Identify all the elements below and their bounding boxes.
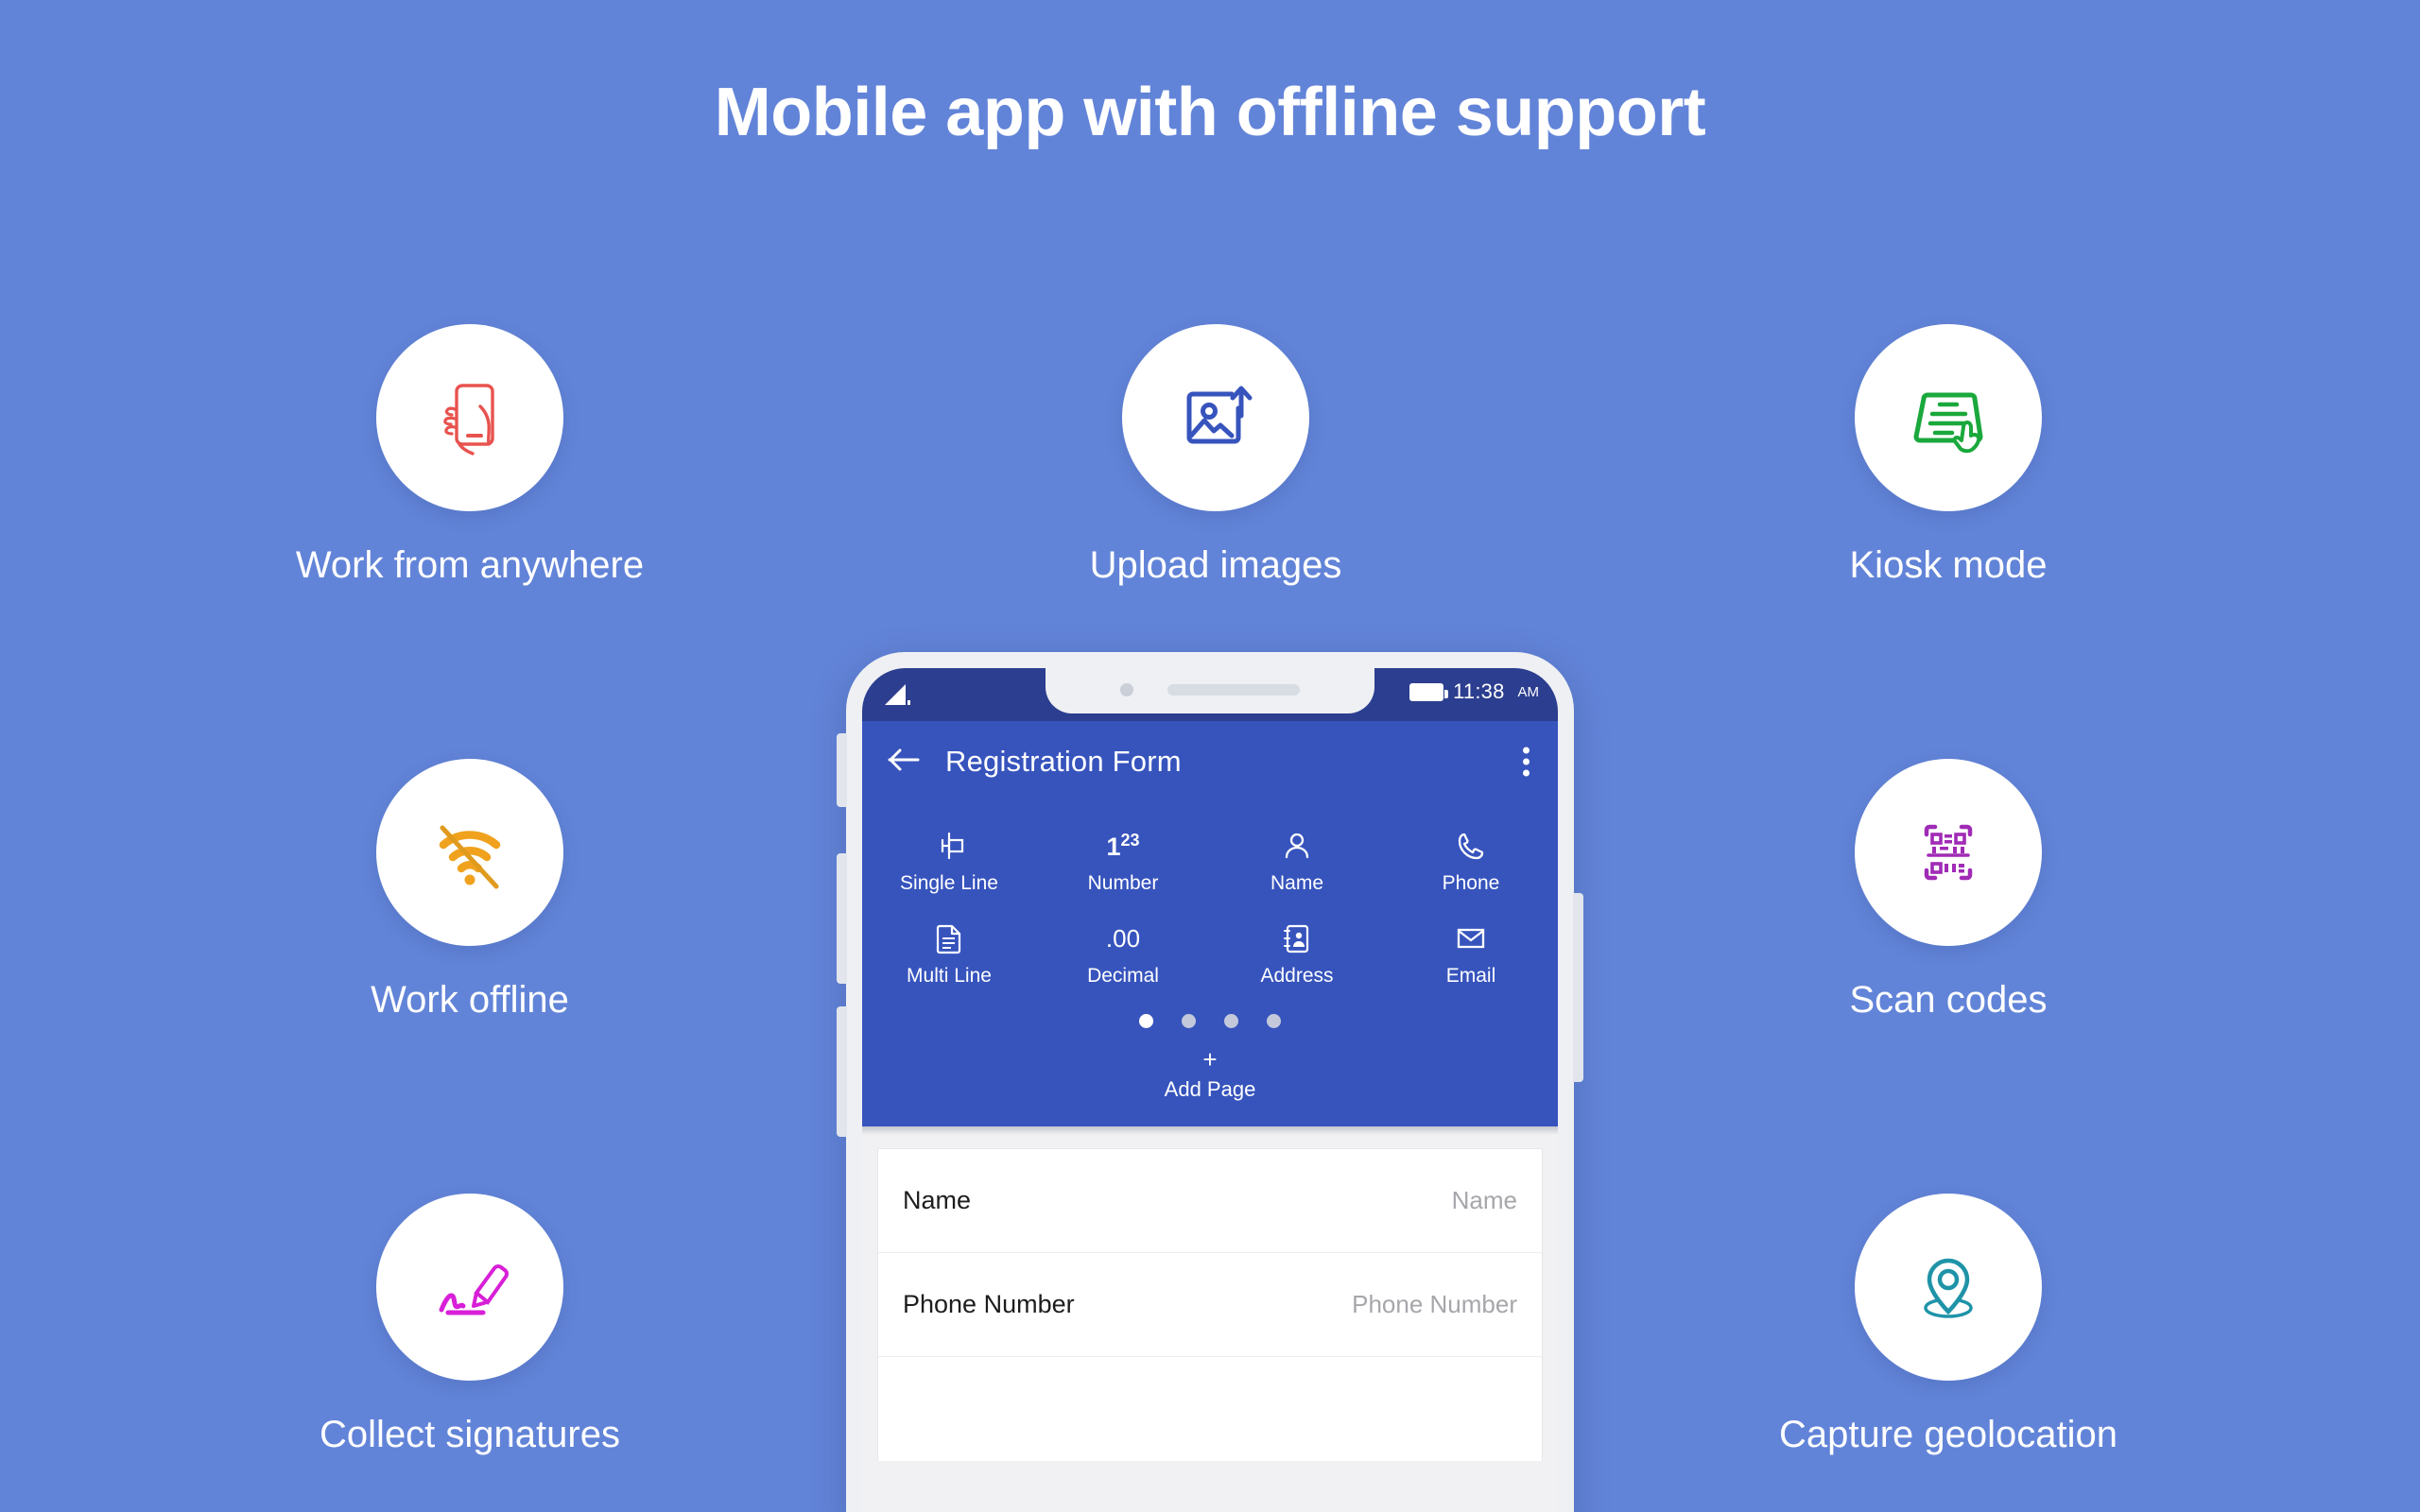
palette-item-label: Multi Line <box>907 965 992 987</box>
page-dot[interactable] <box>1267 1014 1281 1028</box>
form-field-placeholder: Phone Number <box>1352 1290 1517 1318</box>
palette-item-number[interactable]: 123 Number <box>1036 816 1210 908</box>
feature-icon-bubble <box>1122 324 1309 511</box>
multi-line-field-icon <box>862 918 1036 959</box>
number-glyph: 1 <box>1106 833 1121 861</box>
palette-item-label: Number <box>1087 872 1159 894</box>
number-field-icon: 123 <box>1036 825 1210 867</box>
phone-side-button[interactable] <box>837 733 847 807</box>
signal-bars-icon <box>883 682 915 707</box>
add-page-label: Add Page <box>1164 1077 1256 1101</box>
feature-upload-images: Upload images <box>970 324 1461 587</box>
phone-screen: 11:38 AM Registration Form Single Line 1… <box>862 668 1558 1512</box>
field-palette-row: Single Line 123 Number Name Phone <box>862 816 1558 908</box>
feature-icon-bubble <box>376 324 563 511</box>
add-page-button[interactable]: + Add Page <box>862 1034 1558 1121</box>
app-bar-title: Registration Form <box>945 745 1182 778</box>
feature-work-from-anywhere: Work from anywhere <box>224 324 716 587</box>
feature-label: Collect signatures <box>320 1414 620 1455</box>
page-dot[interactable] <box>1139 1014 1153 1028</box>
wifi-off-icon <box>421 803 519 902</box>
hand-holding-phone-icon <box>421 369 519 467</box>
status-time: 11:38 <box>1453 679 1505 703</box>
kiosk-tablet-tap-icon <box>1899 369 1997 467</box>
form-field-placeholder: Name <box>1451 1186 1517 1214</box>
email-envelope-field-icon <box>1384 918 1558 959</box>
palette-item-decimal[interactable]: .00 Decimal <box>1036 908 1210 1001</box>
field-palette-row: Multi Line .00 Decimal Address Email <box>862 908 1558 1001</box>
palette-item-single-line[interactable]: Single Line <box>862 816 1036 908</box>
signature-pen-icon <box>421 1238 519 1336</box>
phone-volume-down-button[interactable] <box>837 1006 847 1137</box>
feature-label: Upload images <box>1089 544 1342 586</box>
palette-item-label: Decimal <box>1087 965 1159 987</box>
feature-icon-bubble <box>376 1194 563 1381</box>
battery-full-icon <box>1409 682 1449 701</box>
feature-collect-signatures: Collect signatures <box>224 1194 716 1456</box>
phone-field-icon <box>1384 825 1558 867</box>
form-field-label: Phone Number <box>903 1290 1075 1318</box>
page-dot[interactable] <box>1224 1014 1238 1028</box>
palette-item-label: Phone <box>1442 872 1500 894</box>
person-field-icon <box>1210 825 1384 867</box>
feature-icon-bubble <box>1855 759 2042 946</box>
palette-item-name[interactable]: Name <box>1210 816 1384 908</box>
palette-shadow <box>862 1126 1558 1135</box>
feature-label: Capture geolocation <box>1778 1414 2118 1455</box>
status-bar: 11:38 AM <box>862 668 1558 721</box>
feature-capture-geolocation: Capture geolocation <box>1703 1194 2194 1456</box>
status-meridiem: AM <box>1517 683 1540 700</box>
number-glyph-sup: 23 <box>1120 831 1140 850</box>
page-dot[interactable] <box>1182 1014 1196 1028</box>
single-line-field-icon <box>862 825 1036 867</box>
feature-label: Scan codes <box>1849 979 2048 1021</box>
map-pin-icon <box>1899 1238 1997 1336</box>
feature-work-offline: Work offline <box>224 759 716 1022</box>
palette-item-label: Address <box>1260 965 1334 987</box>
phone-body: 11:38 AM Registration Form Single Line 1… <box>837 652 1583 1512</box>
status-bar-right: 11:38 AM <box>1409 679 1539 704</box>
palette-item-multi-line[interactable]: Multi Line <box>862 908 1036 1001</box>
app-bar: Registration Form <box>862 721 1558 802</box>
palette-item-email[interactable]: Email <box>1384 908 1558 1001</box>
front-camera-icon <box>1120 683 1133 696</box>
form-row-empty[interactable] <box>878 1357 1542 1461</box>
phone-mockup: 11:38 AM Registration Form Single Line 1… <box>837 652 1583 1512</box>
palette-item-label: Name <box>1270 872 1324 894</box>
feature-icon-bubble <box>376 759 563 946</box>
palette-item-phone[interactable]: Phone <box>1384 816 1558 908</box>
feature-scan-codes: Scan codes <box>1703 759 2194 1022</box>
palette-item-label: Single Line <box>900 872 998 894</box>
form-field-list: Name Name Phone Number Phone Number <box>862 1135 1558 1512</box>
image-upload-icon <box>1167 369 1265 467</box>
add-page-plus-icon: + <box>1202 1045 1218 1074</box>
palette-item-address[interactable]: Address <box>1210 908 1384 1001</box>
feature-icon-bubble <box>1855 324 2042 511</box>
kebab-menu-icon[interactable] <box>1523 747 1530 777</box>
decimal-glyph: .00 <box>1105 924 1141 953</box>
feature-icon-bubble <box>1855 1194 2042 1381</box>
qr-code-scan-icon <box>1899 803 1997 902</box>
phone-volume-up-button[interactable] <box>837 853 847 984</box>
phone-power-button[interactable] <box>1573 893 1583 1082</box>
back-arrow-icon[interactable] <box>887 747 921 777</box>
form-field-label: Name <box>903 1186 972 1214</box>
page-indicator-dots <box>862 1001 1558 1034</box>
form-row-phone-number[interactable]: Phone Number Phone Number <box>878 1253 1542 1357</box>
feature-label: Kiosk mode <box>1849 544 2048 586</box>
address-card-field-icon <box>1210 918 1384 959</box>
earpiece-speaker <box>1167 684 1300 696</box>
poster-canvas: Mobile app with offline support Work fro… <box>0 0 2420 1512</box>
feature-label: Work offline <box>371 979 569 1021</box>
field-palette: Single Line 123 Number Name Phone Multi … <box>862 802 1558 1126</box>
form-card: Name Name Phone Number Phone Number <box>877 1148 1543 1461</box>
decimal-field-icon: .00 <box>1036 918 1210 959</box>
phone-notch <box>1046 668 1374 713</box>
form-row-name[interactable]: Name Name <box>878 1149 1542 1253</box>
page-title: Mobile app with offline support <box>714 75 1706 150</box>
feature-kiosk-mode: Kiosk mode <box>1703 324 2194 587</box>
feature-label: Work from anywhere <box>295 544 645 586</box>
palette-item-label: Email <box>1445 965 1496 987</box>
